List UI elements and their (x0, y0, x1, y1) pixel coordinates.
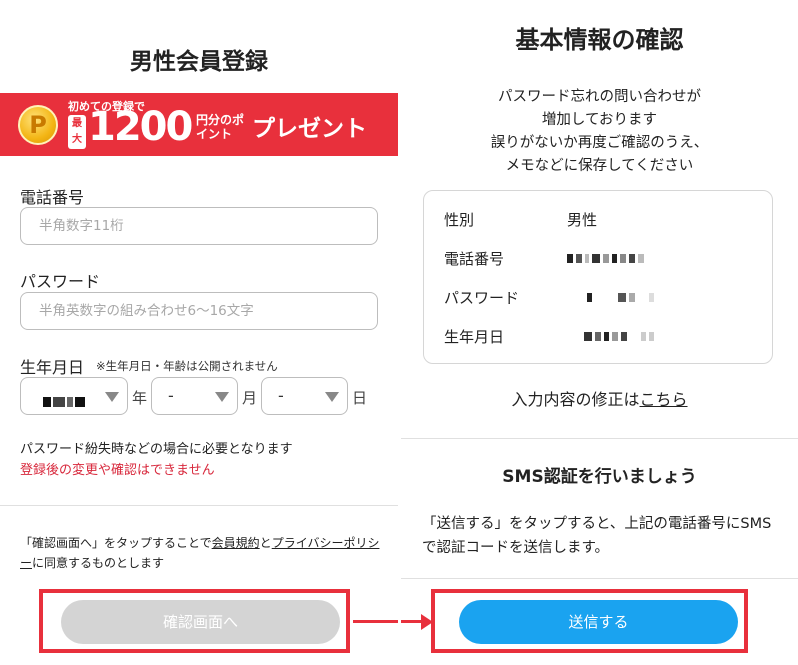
page-title-left: 男性会員登録 (130, 49, 268, 75)
phone-input[interactable]: 半角数字11桁 (20, 207, 378, 245)
password-row-label: パスワード (444, 289, 520, 307)
point-coin-icon: P (18, 105, 58, 145)
divider (0, 505, 398, 506)
password-note: パスワード紛失時などの場合に必要となります (20, 442, 293, 457)
confirm-screen-button[interactable]: 確認画面へ (61, 600, 340, 644)
desc-line: メモなどに保存してください (505, 158, 694, 174)
sms-title: SMS認証を行いましょう (502, 467, 697, 487)
divider (401, 438, 798, 439)
masked-phone-value (567, 254, 647, 263)
gender-label: 性別 (444, 211, 475, 229)
password-input[interactable]: 半角英数字の組み合わせ6〜16文字 (20, 292, 378, 330)
chevron-down-icon (215, 392, 229, 402)
divider (401, 578, 798, 579)
masked-birthdate-value (584, 332, 657, 341)
phone-label: 電話番号 (20, 188, 85, 207)
desc-line: パスワード忘れの問い合わせが (498, 89, 701, 105)
password-label: パスワード (20, 272, 101, 291)
terms-text-1: 「確認画面へ」をタップすることで (20, 536, 212, 550)
unit-year: 年 (132, 389, 148, 407)
month-value: - (168, 386, 174, 405)
chevron-down-icon (105, 392, 119, 402)
send-button[interactable]: 送信する (459, 600, 738, 644)
phone-row-label: 電話番号 (444, 250, 505, 268)
banner-unit: 円分のポイント (196, 113, 245, 141)
year-select[interactable] (20, 377, 128, 415)
terms-link[interactable]: 会員規約 (212, 536, 260, 550)
birthdate-note: ※生年月日・年齢は公開されません (96, 359, 278, 373)
info-card: 性別 男性 電話番号 パスワード 生年月日 (423, 190, 773, 364)
masked-password-value (587, 293, 657, 302)
banner-amount: 1200 (88, 104, 193, 150)
edit-prompt: 入力内容の修正はこちら (401, 386, 798, 410)
terms-text-2: と (259, 536, 272, 550)
birthdate-row-label: 生年月日 (444, 328, 505, 346)
arrow-line (353, 620, 423, 623)
promo-banner[interactable]: P 初めての登録で 最大 1200 円分のポイント プレゼント (0, 93, 398, 156)
birthdate-label: 生年月日 (20, 358, 85, 377)
day-select[interactable]: - (261, 377, 348, 415)
month-select[interactable]: - (151, 377, 238, 415)
warning-note: 登録後の変更や確認はできません (20, 463, 215, 478)
unit-day: 日 (352, 389, 368, 407)
banner-badge: 最大 (68, 115, 86, 149)
confirm-description: パスワード忘れの問い合わせが 増加しております 誤りがないか再度ご確認のうえ、 … (401, 86, 798, 178)
unit-month: 月 (242, 389, 258, 407)
terms-text-3: に同意するものとします (32, 556, 165, 570)
page-title-right: 基本情報の確認 (515, 26, 684, 54)
terms-text: 「確認画面へ」をタップすることで会員規約とプライバシーポリシーに同意するものとし… (20, 533, 380, 573)
banner-present: プレゼント (252, 116, 367, 142)
chevron-down-icon (325, 392, 339, 402)
desc-line: 誤りがないか再度ご確認のうえ、 (490, 135, 709, 151)
day-value: - (278, 386, 284, 405)
gender-value: 男性 (567, 211, 598, 229)
edit-link[interactable]: こちら (640, 390, 688, 409)
masked-year-value (43, 392, 87, 407)
sms-description: 「送信する」をタップすると、上記の電話番号にSMSで認証コードを送信します。 (422, 516, 772, 556)
edit-text: 入力内容の修正は (511, 390, 640, 409)
desc-line: 増加しております (541, 112, 658, 128)
